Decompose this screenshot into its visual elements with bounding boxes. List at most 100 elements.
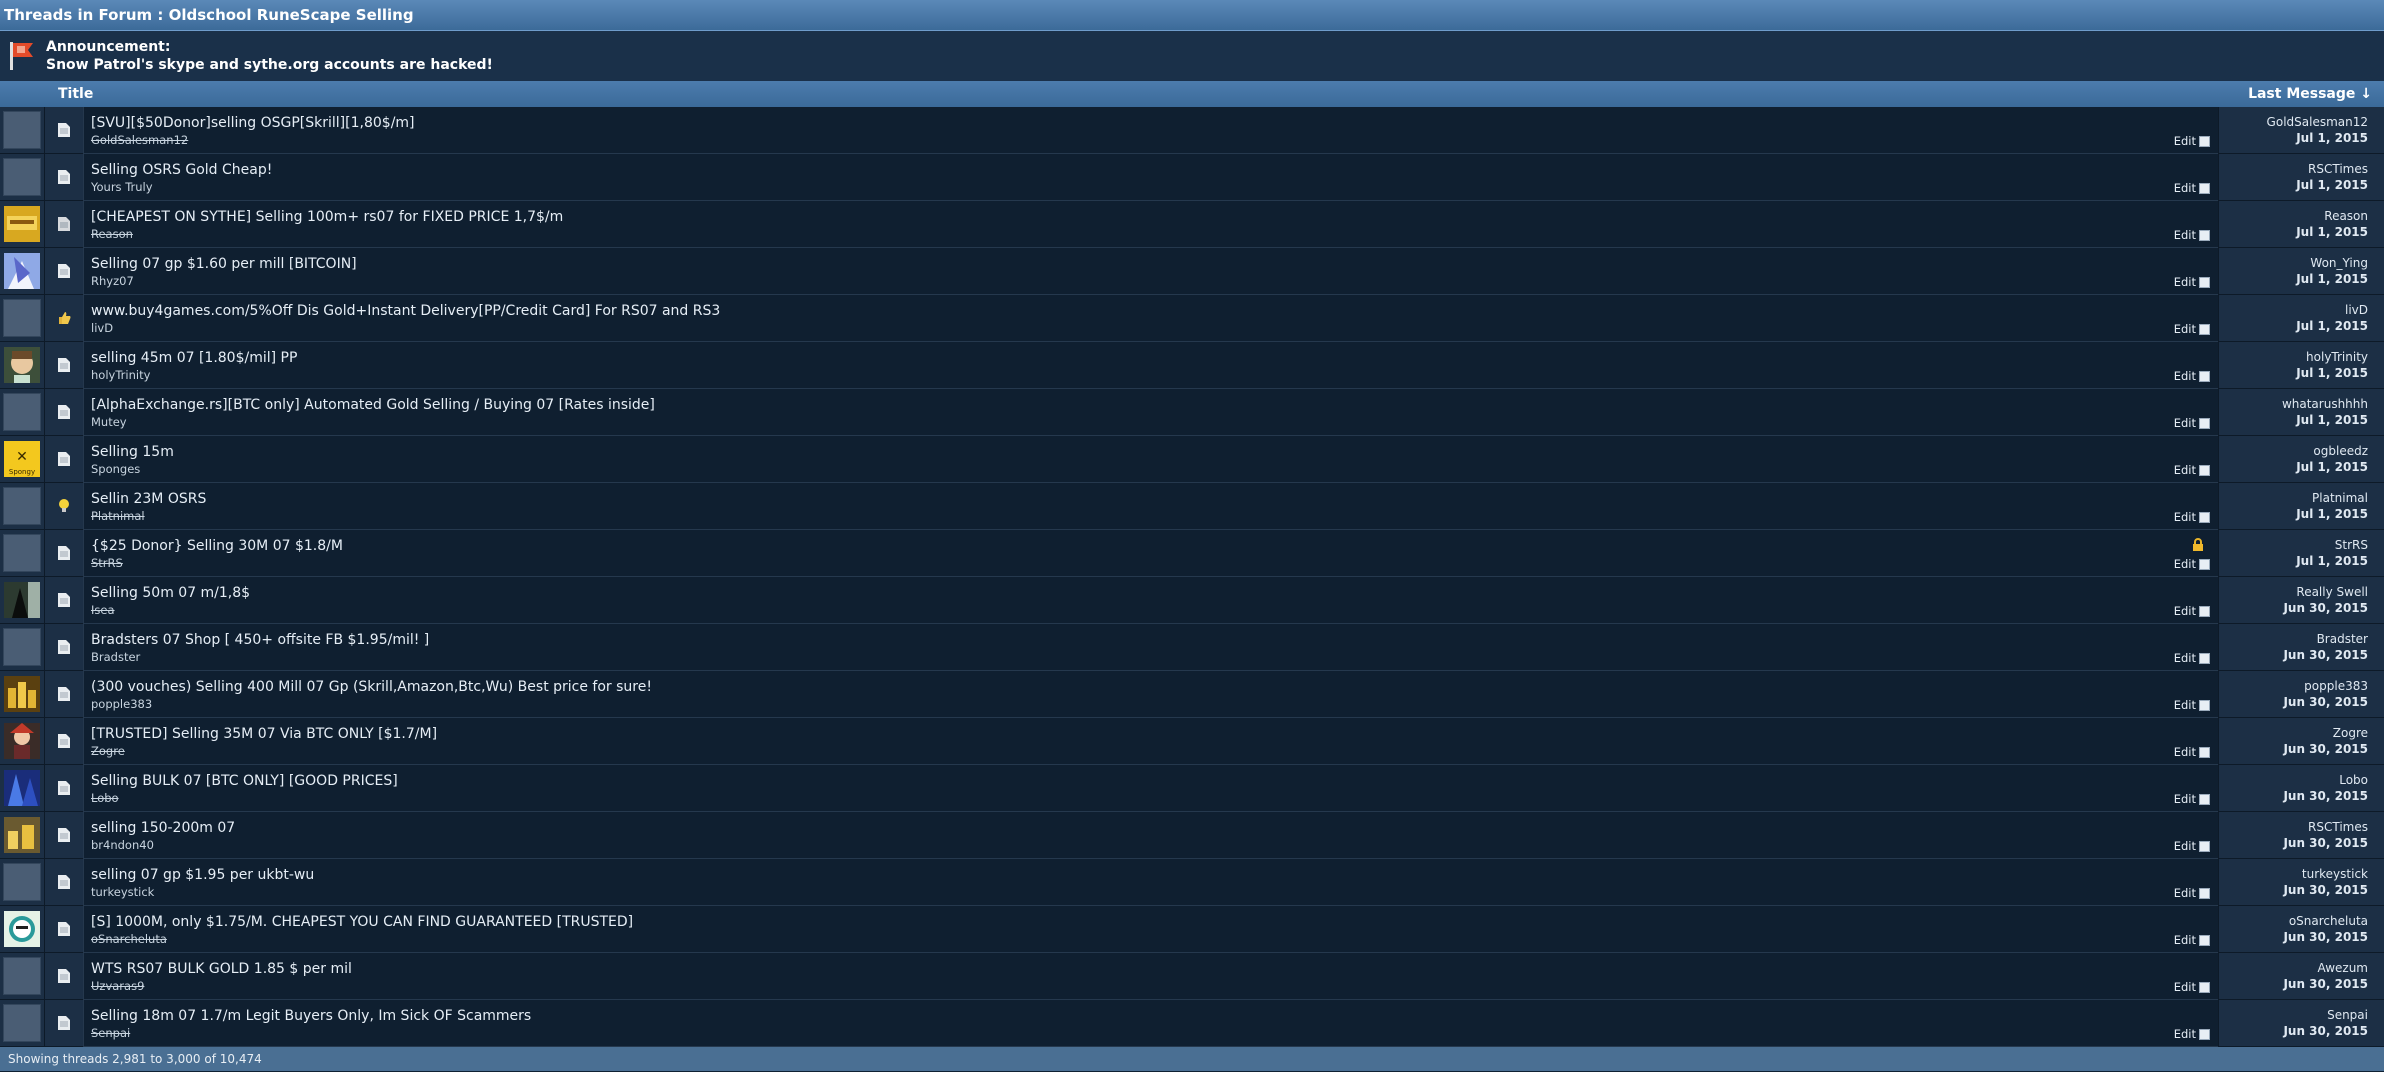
edit-control[interactable]: Edit <box>2174 651 2210 665</box>
thread-author[interactable]: br4ndon40 <box>91 838 154 852</box>
thread-row[interactable]: selling 150-200m 07 br4ndon40 Edit RSCTi… <box>0 812 2384 859</box>
avatar[interactable] <box>0 953 44 1000</box>
avatar[interactable] <box>0 154 44 201</box>
thread-row[interactable]: [CHEAPEST ON SYTHE] Selling 100m+ rs07 f… <box>0 201 2384 248</box>
select-checkbox[interactable] <box>2199 699 2210 711</box>
last-message-user[interactable]: Lobo <box>2219 773 2368 787</box>
edit-control[interactable]: Edit <box>2174 228 2210 242</box>
select-checkbox[interactable] <box>2199 323 2210 335</box>
thread-row[interactable]: [AlphaExchange.rs][BTC only] Automated G… <box>0 389 2384 436</box>
select-checkbox[interactable] <box>2199 605 2210 617</box>
edit-label[interactable]: Edit <box>2174 416 2196 430</box>
avatar[interactable]: ✕ Spongy <box>0 436 44 483</box>
last-message-date[interactable]: Jul 1, 2015 <box>2219 131 2368 145</box>
last-message-date[interactable]: Jul 1, 2015 <box>2219 554 2368 568</box>
edit-control[interactable]: Edit <box>2174 1027 2210 1041</box>
thread-author[interactable]: holyTrinity <box>91 368 150 382</box>
avatar[interactable] <box>0 201 44 248</box>
thread-row[interactable]: WTS RS07 BULK GOLD 1.85 $ per mil Uzvara… <box>0 953 2384 1000</box>
edit-label[interactable]: Edit <box>2174 651 2196 665</box>
select-checkbox[interactable] <box>2199 652 2210 664</box>
avatar[interactable] <box>0 342 44 389</box>
edit-control[interactable]: Edit <box>2174 933 2210 947</box>
thread-author[interactable]: GoldSalesman12 <box>91 133 188 147</box>
last-message-user[interactable]: popple383 <box>2219 679 2368 693</box>
edit-control[interactable]: Edit <box>2174 322 2210 336</box>
edit-label[interactable]: Edit <box>2174 745 2196 759</box>
last-message-user[interactable]: livD <box>2219 303 2368 317</box>
thread-title[interactable]: Sellin 23M OSRS <box>91 491 206 507</box>
thread-row[interactable]: Selling 07 gp $1.60 per mill [BITCOIN] R… <box>0 248 2384 295</box>
edit-control[interactable]: Edit <box>2174 792 2210 806</box>
last-message-date[interactable]: Jun 30, 2015 <box>2219 742 2368 756</box>
thread-author[interactable]: turkeystick <box>91 885 154 899</box>
thread-row[interactable]: www.buy4games.com/5%Off Dis Gold+Instant… <box>0 295 2384 342</box>
thread-title[interactable]: selling 150-200m 07 <box>91 820 235 836</box>
edit-control[interactable]: Edit <box>2174 839 2210 853</box>
thread-author[interactable]: Yours Truly <box>91 180 153 194</box>
thread-title[interactable]: Selling 07 gp $1.60 per mill [BITCOIN] <box>91 256 357 272</box>
avatar[interactable] <box>0 718 44 765</box>
avatar[interactable] <box>0 483 44 530</box>
thread-author[interactable]: Uzvaras9 <box>91 979 144 993</box>
last-message-user[interactable]: ogbleedz <box>2219 444 2368 458</box>
last-message-user[interactable]: StrRS <box>2219 538 2368 552</box>
select-checkbox[interactable] <box>2199 511 2210 523</box>
thread-title[interactable]: selling 45m 07 [1.80$/mil] PP <box>91 350 297 366</box>
select-checkbox[interactable] <box>2199 276 2210 288</box>
thread-author[interactable]: Rhyz07 <box>91 274 134 288</box>
edit-label[interactable]: Edit <box>2174 134 2196 148</box>
edit-label[interactable]: Edit <box>2174 980 2196 994</box>
last-message-date[interactable]: Jun 30, 2015 <box>2219 1024 2368 1038</box>
avatar[interactable] <box>0 859 44 906</box>
edit-control[interactable]: Edit <box>2174 510 2210 524</box>
select-checkbox[interactable] <box>2199 182 2210 194</box>
last-message-user[interactable]: Won_Ying <box>2219 256 2368 270</box>
thread-author[interactable]: oSnarcheluta <box>91 932 167 946</box>
thread-row[interactable]: [TRUSTED] Selling 35M 07 Via BTC ONLY [$… <box>0 718 2384 765</box>
select-checkbox[interactable] <box>2199 417 2210 429</box>
thread-author[interactable]: Zogre <box>91 744 125 758</box>
thread-author[interactable]: livD <box>91 321 113 335</box>
thread-row[interactable]: Sellin 23M OSRS Platnimal Edit Platnimal… <box>0 483 2384 530</box>
thread-author[interactable]: Platnimal <box>91 509 145 523</box>
last-message-user[interactable]: Platnimal <box>2219 491 2368 505</box>
thread-title[interactable]: Bradsters 07 Shop [ 450+ offsite FB $1.9… <box>91 632 429 648</box>
last-message-user[interactable]: holyTrinity <box>2219 350 2368 364</box>
edit-label[interactable]: Edit <box>2174 698 2196 712</box>
edit-label[interactable]: Edit <box>2174 275 2196 289</box>
edit-label[interactable]: Edit <box>2174 463 2196 477</box>
last-message-user[interactable]: Bradster <box>2219 632 2368 646</box>
edit-control[interactable]: Edit <box>2174 463 2210 477</box>
last-message-user[interactable]: turkeystick <box>2219 867 2368 881</box>
last-message-user[interactable]: Zogre <box>2219 726 2368 740</box>
select-checkbox[interactable] <box>2199 746 2210 758</box>
thread-title[interactable]: Selling OSRS Gold Cheap! <box>91 162 272 178</box>
thread-row[interactable]: [S] 1000M, only $1.75/M. CHEAPEST YOU CA… <box>0 906 2384 953</box>
title-column-header[interactable]: Title <box>0 81 2248 107</box>
edit-label[interactable]: Edit <box>2174 839 2196 853</box>
avatar[interactable] <box>0 812 44 859</box>
thread-author[interactable]: Senpai <box>91 1026 130 1040</box>
select-checkbox[interactable] <box>2199 981 2210 993</box>
avatar[interactable] <box>0 295 44 342</box>
last-message-date[interactable]: Jul 1, 2015 <box>2219 366 2368 380</box>
thread-row[interactable]: Selling 50m 07 m/1,8$ Isea Edit Really S… <box>0 577 2384 624</box>
thread-title[interactable]: Selling 15m <box>91 444 174 460</box>
thread-title[interactable]: Selling BULK 07 [BTC ONLY] [GOOD PRICES] <box>91 773 398 789</box>
thread-row[interactable]: selling 07 gp $1.95 per ukbt-wu turkeyst… <box>0 859 2384 906</box>
edit-control[interactable]: Edit <box>2174 604 2210 618</box>
edit-label[interactable]: Edit <box>2174 1027 2196 1041</box>
thread-row[interactable]: Selling BULK 07 [BTC ONLY] [GOOD PRICES]… <box>0 765 2384 812</box>
select-checkbox[interactable] <box>2199 887 2210 899</box>
thread-title[interactable]: www.buy4games.com/5%Off Dis Gold+Instant… <box>91 303 720 319</box>
edit-label[interactable]: Edit <box>2174 228 2196 242</box>
last-message-date[interactable]: Jul 1, 2015 <box>2219 272 2368 286</box>
edit-control[interactable]: Edit <box>2174 557 2210 571</box>
edit-control[interactable]: Edit <box>2174 181 2210 195</box>
thread-author[interactable]: Sponges <box>91 462 140 476</box>
edit-control[interactable]: Edit <box>2174 980 2210 994</box>
last-message-date[interactable]: Jun 30, 2015 <box>2219 648 2368 662</box>
thread-title[interactable]: [SVU][$50Donor]selling OSGP[Skrill][1,80… <box>91 115 415 131</box>
last-message-user[interactable]: RSCTimes <box>2219 820 2368 834</box>
